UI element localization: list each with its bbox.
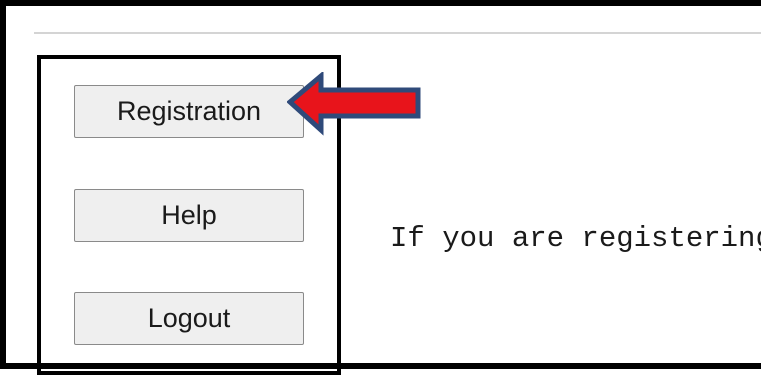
registration-button[interactable]: Registration xyxy=(74,85,304,138)
registration-intro-text: If you are registering xyxy=(390,222,761,255)
header-divider xyxy=(34,32,761,34)
callout-arrow-shape xyxy=(287,72,421,136)
callout-arrow-icon xyxy=(287,72,421,136)
help-button[interactable]: Help xyxy=(74,189,304,242)
logout-button[interactable]: Logout xyxy=(74,292,304,345)
